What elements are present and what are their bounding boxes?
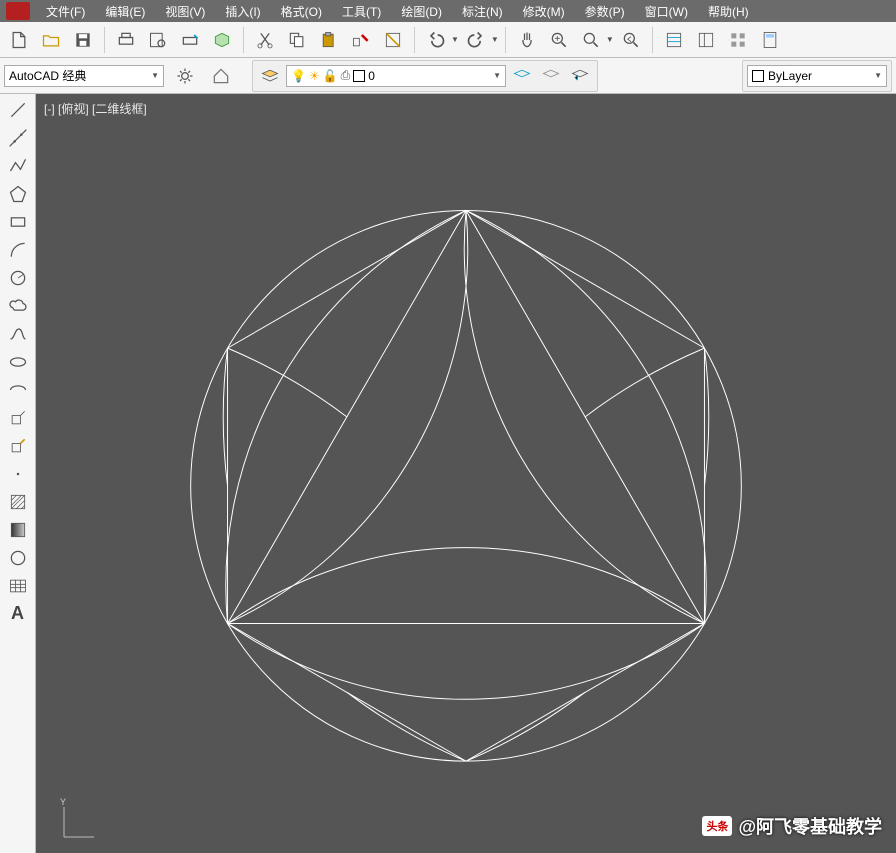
plot-button[interactable]: [111, 26, 141, 54]
pan-button[interactable]: [512, 26, 542, 54]
menu-insert[interactable]: 插入(I): [219, 1, 266, 22]
undo-dropdown[interactable]: ▼: [451, 35, 459, 44]
table-tool[interactable]: [3, 572, 33, 599]
drawing-canvas[interactable]: [-] [俯视] [二维线框]: [36, 94, 896, 853]
menu-window[interactable]: 窗口(W): [639, 1, 694, 22]
open-button[interactable]: [36, 26, 66, 54]
plot-icon: ⎙: [341, 68, 351, 83]
zoom-window-button[interactable]: [576, 26, 606, 54]
rectangle-tool[interactable]: [3, 208, 33, 235]
paste-button[interactable]: [314, 26, 344, 54]
chevron-down-icon: ▼: [874, 71, 882, 80]
undo-button[interactable]: [421, 26, 451, 54]
watermark-badge: 头条: [702, 816, 732, 836]
workspace-settings-button[interactable]: [170, 62, 200, 90]
sheet-set-button[interactable]: [691, 26, 721, 54]
layer-color-swatch: [353, 70, 365, 82]
mtext-tool[interactable]: A: [3, 600, 33, 627]
chevron-down-icon: ▼: [151, 71, 159, 80]
arc-tool[interactable]: [3, 236, 33, 263]
layer-properties-button[interactable]: [257, 62, 283, 90]
lock-icon: 🔓: [323, 69, 338, 83]
menu-edit[interactable]: 编辑(E): [99, 1, 151, 22]
color-swatch: [752, 70, 764, 82]
menu-draw[interactable]: 绘图(D): [395, 1, 448, 22]
watermark: 头条 @阿飞零基础教学: [702, 813, 882, 839]
point-tool[interactable]: [3, 460, 33, 487]
menu-format[interactable]: 格式(O): [275, 1, 328, 22]
publish-button[interactable]: [175, 26, 205, 54]
tool-palettes-button[interactable]: [723, 26, 753, 54]
menu-modify[interactable]: 修改(M): [517, 1, 571, 22]
3d-dwg-button[interactable]: [207, 26, 237, 54]
cut-button[interactable]: [250, 26, 280, 54]
match-props-button[interactable]: [346, 26, 376, 54]
redo-dropdown[interactable]: ▼: [491, 35, 499, 44]
insert-block-tool[interactable]: [3, 404, 33, 431]
redo-button[interactable]: [461, 26, 491, 54]
zoom-dropdown[interactable]: ▼: [606, 35, 614, 44]
revision-cloud-tool[interactable]: [3, 292, 33, 319]
polyline-tool[interactable]: [3, 152, 33, 179]
hatch-tool[interactable]: [3, 488, 33, 515]
properties-panel: ByLayer ▼: [742, 60, 892, 92]
copy-button[interactable]: [282, 26, 312, 54]
new-button[interactable]: [4, 26, 34, 54]
workspace-home-button[interactable]: [206, 62, 236, 90]
menu-param[interactable]: 参数(P): [579, 1, 631, 22]
ucs-icon: Y: [54, 797, 104, 847]
menu-dim[interactable]: 标注(N): [456, 1, 509, 22]
ellipse-tool[interactable]: [3, 348, 33, 375]
plot-preview-button[interactable]: [143, 26, 173, 54]
zoom-previous-button[interactable]: [616, 26, 646, 54]
workspace-panel: AutoCAD 经典 ▼ 💡 ☀ 🔓 ⎙ 0 ▼ ByLayer ▼: [0, 58, 896, 94]
make-block-tool[interactable]: [3, 432, 33, 459]
save-button[interactable]: [68, 26, 98, 54]
layer-states-button[interactable]: [509, 62, 535, 90]
zoom-realtime-button[interactable]: [544, 26, 574, 54]
draw-toolbar: A: [0, 94, 36, 853]
circle-tool[interactable]: [3, 264, 33, 291]
layer-name: 0: [368, 69, 375, 83]
line-tool[interactable]: [3, 96, 33, 123]
viewport-label[interactable]: [-] [俯视] [二维线框]: [44, 100, 147, 117]
watermark-text: @阿飞零基础教学: [738, 813, 882, 839]
region-tool[interactable]: [3, 544, 33, 571]
bylayer-label: ByLayer: [768, 69, 812, 83]
menu-tools[interactable]: 工具(T): [336, 1, 387, 22]
svg-text:Y: Y: [60, 797, 66, 807]
workspace-combo[interactable]: AutoCAD 经典 ▼: [4, 65, 164, 87]
chevron-down-icon: ▼: [493, 71, 501, 80]
cad-drawing: [171, 190, 761, 780]
layer-panel: 💡 ☀ 🔓 ⎙ 0 ▼: [252, 60, 598, 92]
bulb-icon: 💡: [291, 69, 306, 83]
calc-button[interactable]: [755, 26, 785, 54]
layer-combo[interactable]: 💡 ☀ 🔓 ⎙ 0 ▼: [286, 65, 506, 87]
standard-toolbar: ▼ ▼ ▼: [0, 22, 896, 58]
layer-off-button[interactable]: [538, 62, 564, 90]
ellipse-arc-tool[interactable]: [3, 376, 33, 403]
menu-help[interactable]: 帮助(H): [702, 1, 755, 22]
construction-line-tool[interactable]: [3, 124, 33, 151]
menu-view[interactable]: 视图(V): [159, 1, 211, 22]
gradient-tool[interactable]: [3, 516, 33, 543]
polygon-tool[interactable]: [3, 180, 33, 207]
sun-icon: ☀: [309, 69, 320, 83]
workspace-label: AutoCAD 经典: [9, 67, 86, 84]
block-editor-button[interactable]: [378, 26, 408, 54]
app-icon: [6, 2, 30, 20]
spline-tool[interactable]: [3, 320, 33, 347]
color-combo[interactable]: ByLayer ▼: [747, 65, 887, 87]
properties-button[interactable]: [659, 26, 689, 54]
layer-prev-button[interactable]: [567, 62, 593, 90]
menu-file[interactable]: 文件(F): [40, 1, 91, 22]
